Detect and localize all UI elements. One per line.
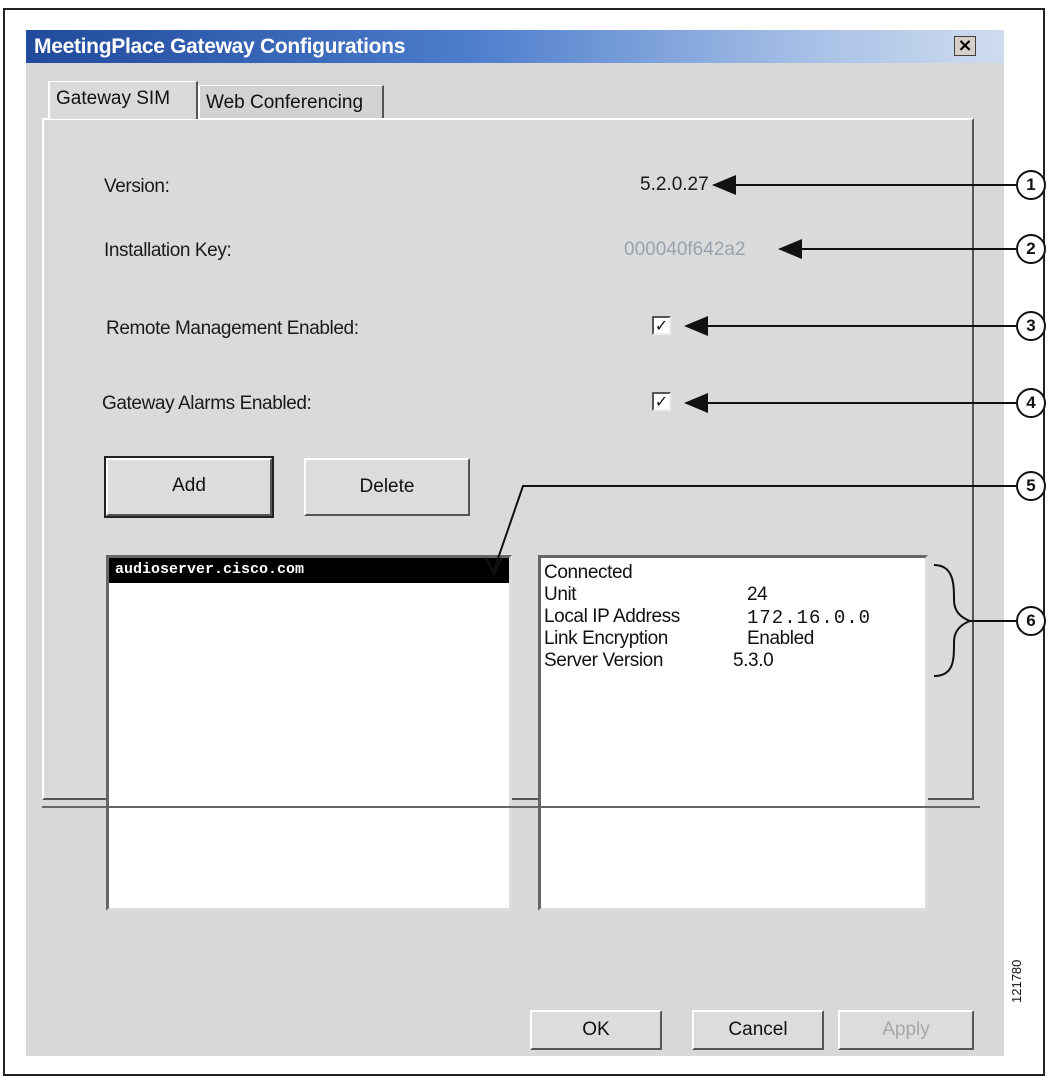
server-info-box: Connected Unit 24 Local IP Address 172.1… <box>538 555 928 911</box>
callout-4: 4 <box>1016 388 1046 418</box>
panel-divider <box>42 806 980 808</box>
cancel-button[interactable]: Cancel <box>692 1010 824 1050</box>
unit-label: Unit <box>544 584 577 605</box>
callout-1: 1 <box>1016 170 1046 200</box>
gateway-alarms-checkbox[interactable]: ✓ <box>652 392 671 411</box>
tab-gateway-sim[interactable]: Gateway SIM <box>48 81 198 119</box>
local-ip-value: 172.16.0.0 <box>747 607 872 629</box>
local-ip-label: Local IP Address <box>544 606 680 627</box>
callout-5: 5 <box>1016 471 1046 501</box>
list-item[interactable]: audioserver.cisco.com <box>109 558 509 583</box>
title-bar[interactable]: MeetingPlace Gateway Configurations × <box>26 30 1004 63</box>
figure-id: 121780 <box>1009 959 1024 1003</box>
gateway-alarms-label: Gateway Alarms Enabled: <box>102 393 312 414</box>
callout-3: 3 <box>1016 311 1046 341</box>
window-title: MeetingPlace Gateway Configurations <box>34 35 406 58</box>
close-button[interactable]: × <box>954 36 976 56</box>
close-icon: × <box>957 35 973 56</box>
add-button[interactable]: Add <box>104 456 274 518</box>
connection-status: Connected <box>544 562 633 583</box>
server-version-value: 5.3.0 <box>733 650 774 671</box>
server-listbox[interactable]: audioserver.cisco.com <box>106 555 512 911</box>
remote-management-label: Remote Management Enabled: <box>106 318 359 339</box>
callout-6: 6 <box>1016 606 1046 636</box>
callout-2: 2 <box>1016 234 1046 264</box>
gateway-config-dialog: MeetingPlace Gateway Configurations × Ga… <box>26 30 1004 1056</box>
version-value: 5.2.0.27 <box>640 174 709 195</box>
unit-value: 24 <box>747 584 768 605</box>
server-version-label: Server Version <box>544 650 664 671</box>
delete-button[interactable]: Delete <box>304 458 470 516</box>
tab-web-conferencing[interactable]: Web Conferencing <box>198 85 384 119</box>
apply-button[interactable]: Apply <box>838 1010 974 1050</box>
link-encryption-label: Link Encryption <box>544 628 668 649</box>
remote-management-checkbox[interactable]: ✓ <box>652 316 671 335</box>
link-encryption-value: Enabled <box>747 628 814 649</box>
checkmark-icon: ✓ <box>654 392 669 411</box>
version-label: Version: <box>104 176 170 197</box>
installation-key-label: Installation Key: <box>104 240 232 261</box>
ok-button[interactable]: OK <box>530 1010 662 1050</box>
checkmark-icon: ✓ <box>654 316 669 335</box>
installation-key-value: 000040f642a2 <box>624 239 746 260</box>
